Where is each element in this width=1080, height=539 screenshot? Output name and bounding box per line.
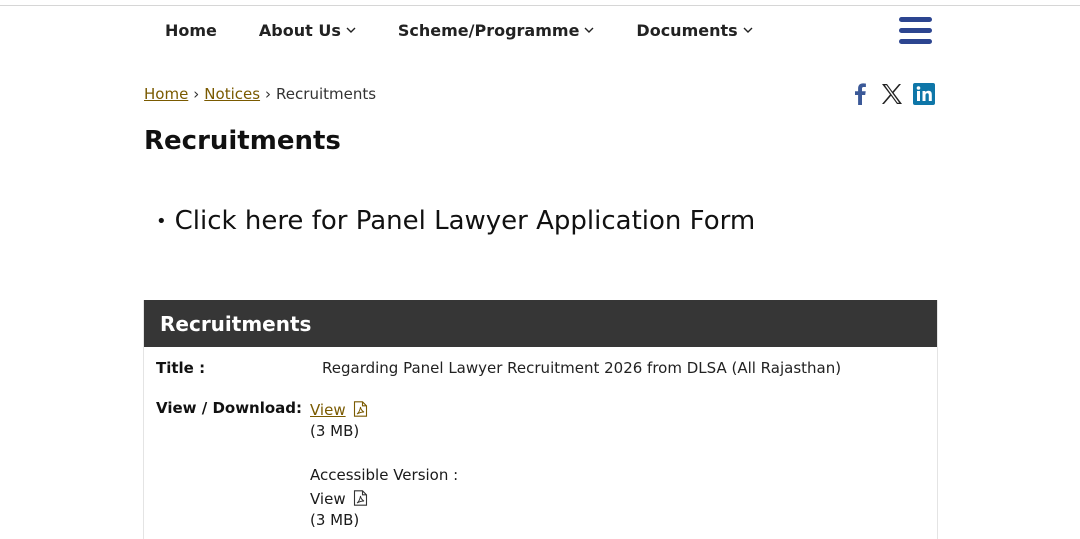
main-nav: Home About Us Scheme/Programme Documents: [165, 18, 795, 42]
view-link-row: View: [310, 401, 368, 419]
nav-item-documents[interactable]: Documents: [636, 20, 753, 40]
list-item: • Click here for Panel Lawyer Applicatio…: [156, 206, 755, 236]
title-row: Title : Regarding Panel Lawyer Recruitme…: [156, 359, 841, 377]
box-heading: Recruitments: [144, 300, 937, 347]
breadcrumb-notices-link[interactable]: Notices: [204, 85, 260, 103]
view-link-row: View: [310, 490, 368, 508]
pdf-icon: [354, 490, 368, 506]
breadcrumb-separator: ›: [265, 85, 272, 103]
bullet-dot: •: [156, 210, 167, 232]
chevron-down-icon: [743, 27, 753, 33]
accessible-view-link[interactable]: View: [310, 490, 346, 508]
social-share: [848, 82, 944, 106]
file-size: (3 MB): [310, 511, 360, 529]
breadcrumb-current: Recruitments: [276, 85, 377, 103]
chevron-down-icon: [346, 27, 356, 33]
breadcrumb-separator: ›: [193, 85, 200, 103]
pdf-icon: [354, 401, 368, 417]
breadcrumb-home-link[interactable]: Home: [144, 85, 188, 103]
nav-item-scheme-programme[interactable]: Scheme/Programme: [398, 21, 595, 40]
view-link[interactable]: View: [310, 401, 346, 419]
nav-item-home[interactable]: Home: [165, 21, 217, 40]
recruitment-details-box: Recruitments Title : Regarding Panel Law…: [143, 300, 938, 539]
accessible-version-label: Accessible Version :: [310, 466, 459, 484]
hamburger-menu-icon[interactable]: [899, 17, 932, 44]
title-label: Title :: [156, 359, 206, 377]
download-row: View / Download:: [156, 399, 302, 417]
x-twitter-icon[interactable]: [880, 82, 904, 106]
page: Home About Us Scheme/Programme Documents…: [0, 0, 1080, 539]
nav-item-label: Documents: [636, 20, 738, 40]
nav-item-label: Home: [165, 20, 217, 40]
breadcrumb: Home › Notices › Recruitments: [144, 85, 376, 103]
nav-item-label: Scheme/Programme: [397, 20, 580, 40]
facebook-icon[interactable]: [848, 82, 872, 106]
panel-lawyer-application-link[interactable]: Click here for Panel Lawyer Application …: [175, 206, 756, 236]
file-size: (3 MB): [310, 422, 360, 440]
nav-item-about-us[interactable]: About Us: [259, 21, 356, 40]
page-title: Recruitments: [144, 126, 341, 156]
top-divider: [0, 5, 1080, 6]
nav-item-label: About Us: [258, 20, 341, 40]
download-label: View / Download:: [156, 399, 303, 417]
chevron-down-icon: [584, 27, 594, 33]
title-value: Regarding Panel Lawyer Recruitment 2026 …: [322, 359, 842, 377]
linkedin-icon[interactable]: [912, 82, 936, 106]
